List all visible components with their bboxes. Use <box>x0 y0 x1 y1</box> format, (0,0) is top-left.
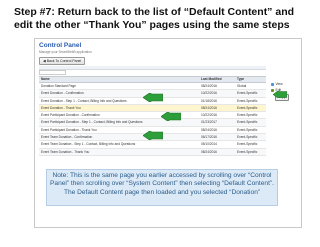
cell-type: Global <box>237 84 247 88</box>
highlight-arrow-icon <box>161 112 181 121</box>
toolbar-strip <box>39 66 266 70</box>
back-arrow-icon: ◀ <box>43 59 46 63</box>
note-line-3: The Default Content page then loaded and… <box>63 188 261 196</box>
highlight-arrow-icon <box>273 91 287 98</box>
note-callout: Note: This is the same page you earlier … <box>46 169 278 206</box>
cell-date: 08/24/2016 <box>201 105 217 110</box>
cell-type: Event-Specific <box>237 91 258 96</box>
note-line-1: Note: This is the same page you earlier … <box>52 172 272 179</box>
cell-date: 08/24/2016 <box>201 149 217 154</box>
table-row[interactable]: Event Team Donation - Thank You 08/24/20… <box>39 148 266 156</box>
table-row[interactable]: Event Participant Donation - Confirmatio… <box>39 112 266 120</box>
cell-name: Event Team Donation - Step 1 - Contact, … <box>41 142 136 147</box>
cell-date: 05/10/2014 <box>201 142 217 147</box>
slide-title: Step #7: Return back to the list of “Def… <box>14 6 310 32</box>
cell-type: Event-Specific <box>237 113 258 118</box>
table-row[interactable]: Event Team Donation - Step 1 - Contact, … <box>39 141 266 149</box>
note-line-2: Panel” then scrolling over “System Conte… <box>50 180 274 188</box>
cell-date: 10/22/2016 <box>201 113 217 118</box>
table-row[interactable]: Event Participant Donation - Step 1 - Co… <box>39 119 266 127</box>
view-icon <box>271 82 274 86</box>
cell-name: Event Team Donation - Confirmation <box>41 135 93 140</box>
highlight-arrow-icon <box>143 131 163 140</box>
table-row[interactable]: Donation Standard Page 08/24/2016 Global <box>39 83 266 91</box>
cell-date: 10/22/2016 <box>201 91 217 96</box>
cell-name: Event Donation - Step 1 - Contact, Billi… <box>41 98 127 103</box>
cell-type: Event-Specific <box>237 142 258 147</box>
back-to-control-panel-button[interactable]: ◀Back To Control Panel <box>39 57 86 65</box>
grid-header: Name Last Modified Type <box>39 76 266 83</box>
cell-type: Event-Specific <box>237 120 258 125</box>
cell-type: Event-Specific <box>237 98 258 103</box>
column-header-type[interactable]: Type <box>237 77 266 82</box>
cell-date: 06/17/2016 <box>201 135 217 140</box>
cell-name: Donation Standard Page <box>41 84 76 88</box>
cell-type: Event-Specific <box>237 105 258 110</box>
cell-type: Event-Specific <box>237 127 258 132</box>
slide-title-line-2: edit the other “Thank You” pages using t… <box>14 19 290 31</box>
cell-name: Event Team Donation - Thank You <box>41 149 90 154</box>
table-row[interactable]: Event Donation - Thank You 08/24/2016 Ev… <box>39 104 266 113</box>
filter-input[interactable] <box>39 70 66 75</box>
cell-name: Event Donation - Thank You <box>41 105 81 110</box>
app-title: Control Panel <box>39 42 82 49</box>
app-subtitle: Manage your SmartWebB application <box>39 50 92 54</box>
cell-date: 08/24/2016 <box>201 127 217 132</box>
view-label: View <box>275 82 283 86</box>
column-header-name[interactable]: Name <box>39 77 201 82</box>
highlight-arrow-icon <box>143 93 163 102</box>
cell-type: Event-Specific <box>237 149 258 154</box>
cell-name: Event Participant Donation - Thank You <box>41 127 97 132</box>
cell-date: 08/24/2016 <box>201 84 217 88</box>
cell-name: Event Donation - Confirmation <box>41 91 84 96</box>
back-button-label: Back To Control Panel <box>46 59 82 63</box>
content-grid: Name Last Modified Type Donation Standar… <box>39 76 266 156</box>
cell-date: 01/23/2017 <box>201 120 217 125</box>
slide-title-line-1: Step #7: Return back to the list of “Def… <box>14 6 295 18</box>
column-header-last-modified[interactable]: Last Modified <box>201 77 237 82</box>
cell-type: Event-Specific <box>237 135 258 140</box>
cell-date: 01/18/2016 <box>201 98 217 103</box>
